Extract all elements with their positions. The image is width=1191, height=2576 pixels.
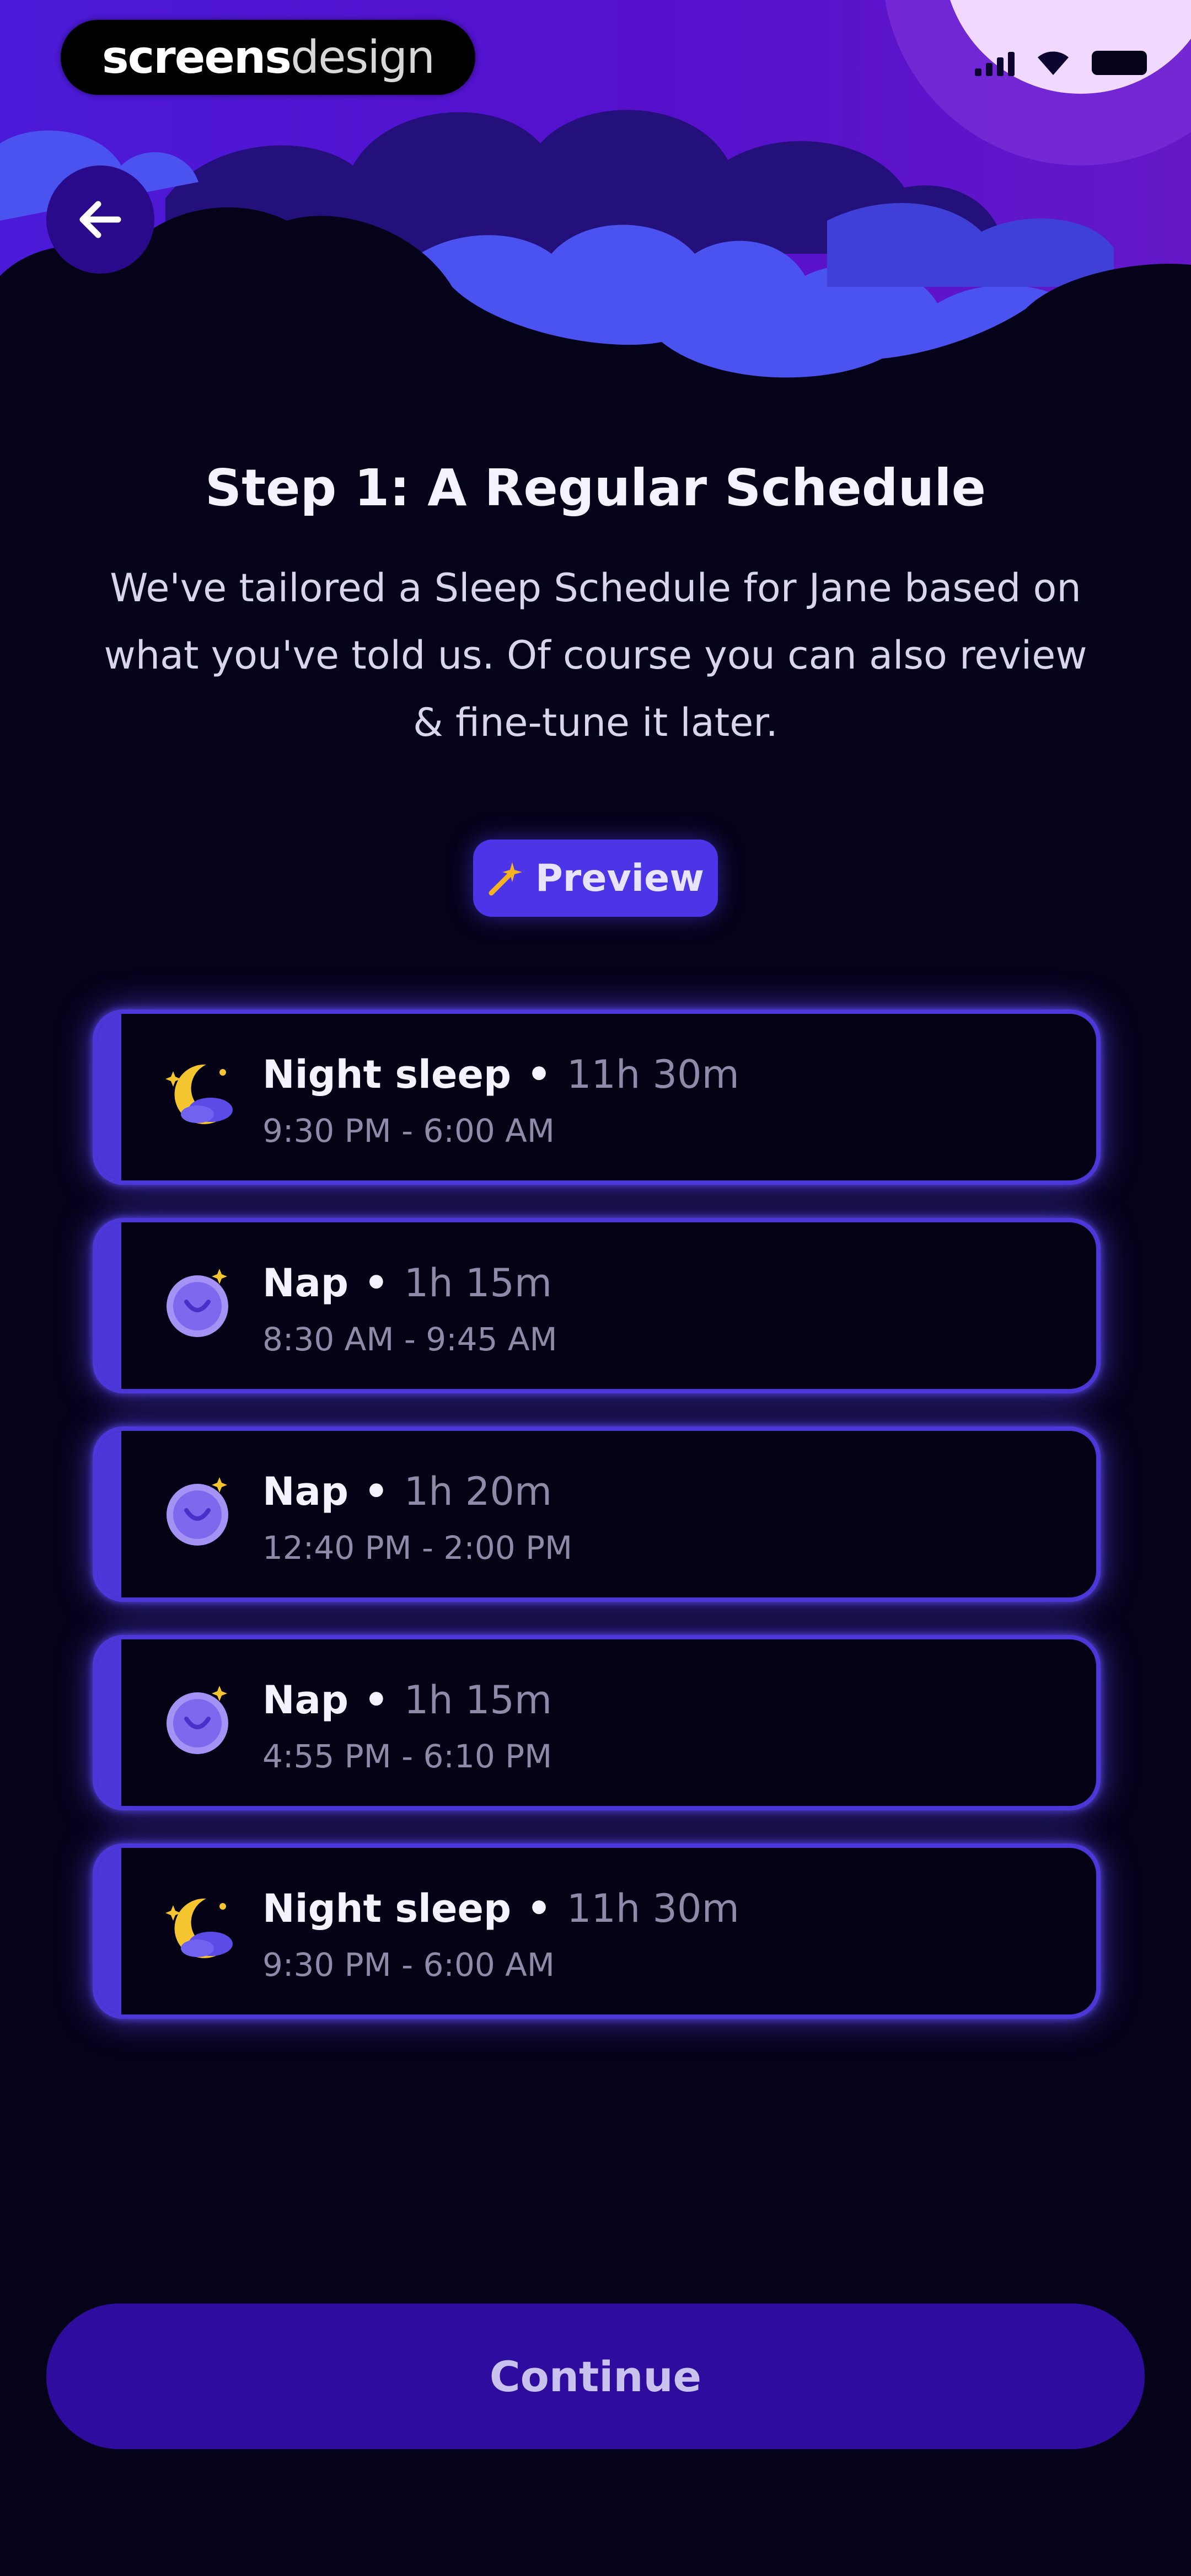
separator-dot: •	[363, 1677, 389, 1723]
nap-clock-icon	[167, 1477, 228, 1546]
schedule-kind: Nap	[262, 1469, 348, 1514]
schedule-time-range: 8:30 AM - 9:45 AM	[262, 1321, 557, 1358]
nap-clock-icon	[167, 1686, 228, 1754]
schedule-card-nap[interactable]: Nap • 1h 15m 4:55 PM - 6:10 PM	[93, 1635, 1101, 1810]
schedule-card-nap[interactable]: Nap • 1h 20m 12:40 PM - 2:00 PM	[93, 1426, 1101, 1602]
separator-dot: •	[363, 1469, 389, 1514]
card-accent	[97, 1222, 121, 1389]
status-bar-icons	[975, 50, 1147, 76]
card-accent	[97, 1431, 121, 1597]
page-title: Step 1: A Regular Schedule	[205, 458, 986, 517]
moon-stars-icon	[165, 1064, 233, 1124]
wifi-icon	[1038, 51, 1069, 75]
card-accent	[97, 1848, 121, 2014]
separator-dot: •	[527, 1886, 551, 1931]
schedule-card-night-sleep[interactable]: Night sleep • 11h 30m 9:30 PM - 6:00 AM	[93, 1009, 1101, 1185]
schedule-duration: 1h 15m	[404, 1260, 552, 1306]
watermark-bold-text: screens	[101, 31, 292, 84]
preview-label: Preview	[535, 856, 705, 900]
schedule-duration: 11h 30m	[566, 1886, 739, 1931]
moon-stars-icon	[165, 1898, 233, 1958]
schedule-duration: 1h 15m	[404, 1677, 552, 1723]
schedule-time-range: 12:40 PM - 2:00 PM	[262, 1529, 573, 1567]
schedule-kind: Night sleep	[262, 1052, 512, 1097]
schedule-time-range: 4:55 PM - 6:10 PM	[262, 1738, 552, 1775]
separator-dot: •	[527, 1052, 551, 1097]
card-accent	[97, 1639, 121, 1806]
schedule-card-night-sleep[interactable]: Night sleep • 11h 30m 9:30 PM - 6:00 AM	[93, 1843, 1101, 2019]
schedule-time-range: 9:30 PM - 6:00 AM	[262, 1946, 555, 1984]
card-accent	[97, 1014, 121, 1180]
schedule-card-nap[interactable]: Nap • 1h 15m 8:30 AM - 9:45 AM	[93, 1218, 1101, 1393]
schedule-duration: 1h 20m	[404, 1469, 552, 1514]
back-button[interactable]	[46, 165, 154, 274]
schedule-list: Night sleep • 11h 30m 9:30 PM - 6:00 AM	[93, 1009, 1101, 2052]
screensdesign-watermark: screens design	[61, 20, 475, 95]
nap-clock-icon	[167, 1269, 228, 1337]
page-subtitle: We've tailored a Sleep Schedule for Jane…	[104, 565, 1087, 745]
screen: screens design Step 1: A Regular Schedule…	[0, 0, 1191, 2576]
schedule-kind: Nap	[262, 1260, 348, 1306]
schedule-kind: Nap	[262, 1677, 348, 1723]
arrow-left-icon	[79, 201, 121, 238]
schedule-kind: Night sleep	[262, 1886, 512, 1931]
preview-button[interactable]: Preview	[473, 840, 718, 917]
schedule-time-range: 9:30 PM - 6:00 AM	[262, 1112, 555, 1150]
separator-dot: •	[363, 1260, 389, 1306]
battery-icon	[1092, 51, 1147, 75]
watermark-light-text: design	[291, 31, 435, 84]
continue-button[interactable]: Continue	[46, 2304, 1145, 2449]
signal-icon	[975, 50, 1015, 76]
sparkle-icon	[489, 862, 522, 896]
schedule-duration: 11h 30m	[566, 1052, 739, 1097]
